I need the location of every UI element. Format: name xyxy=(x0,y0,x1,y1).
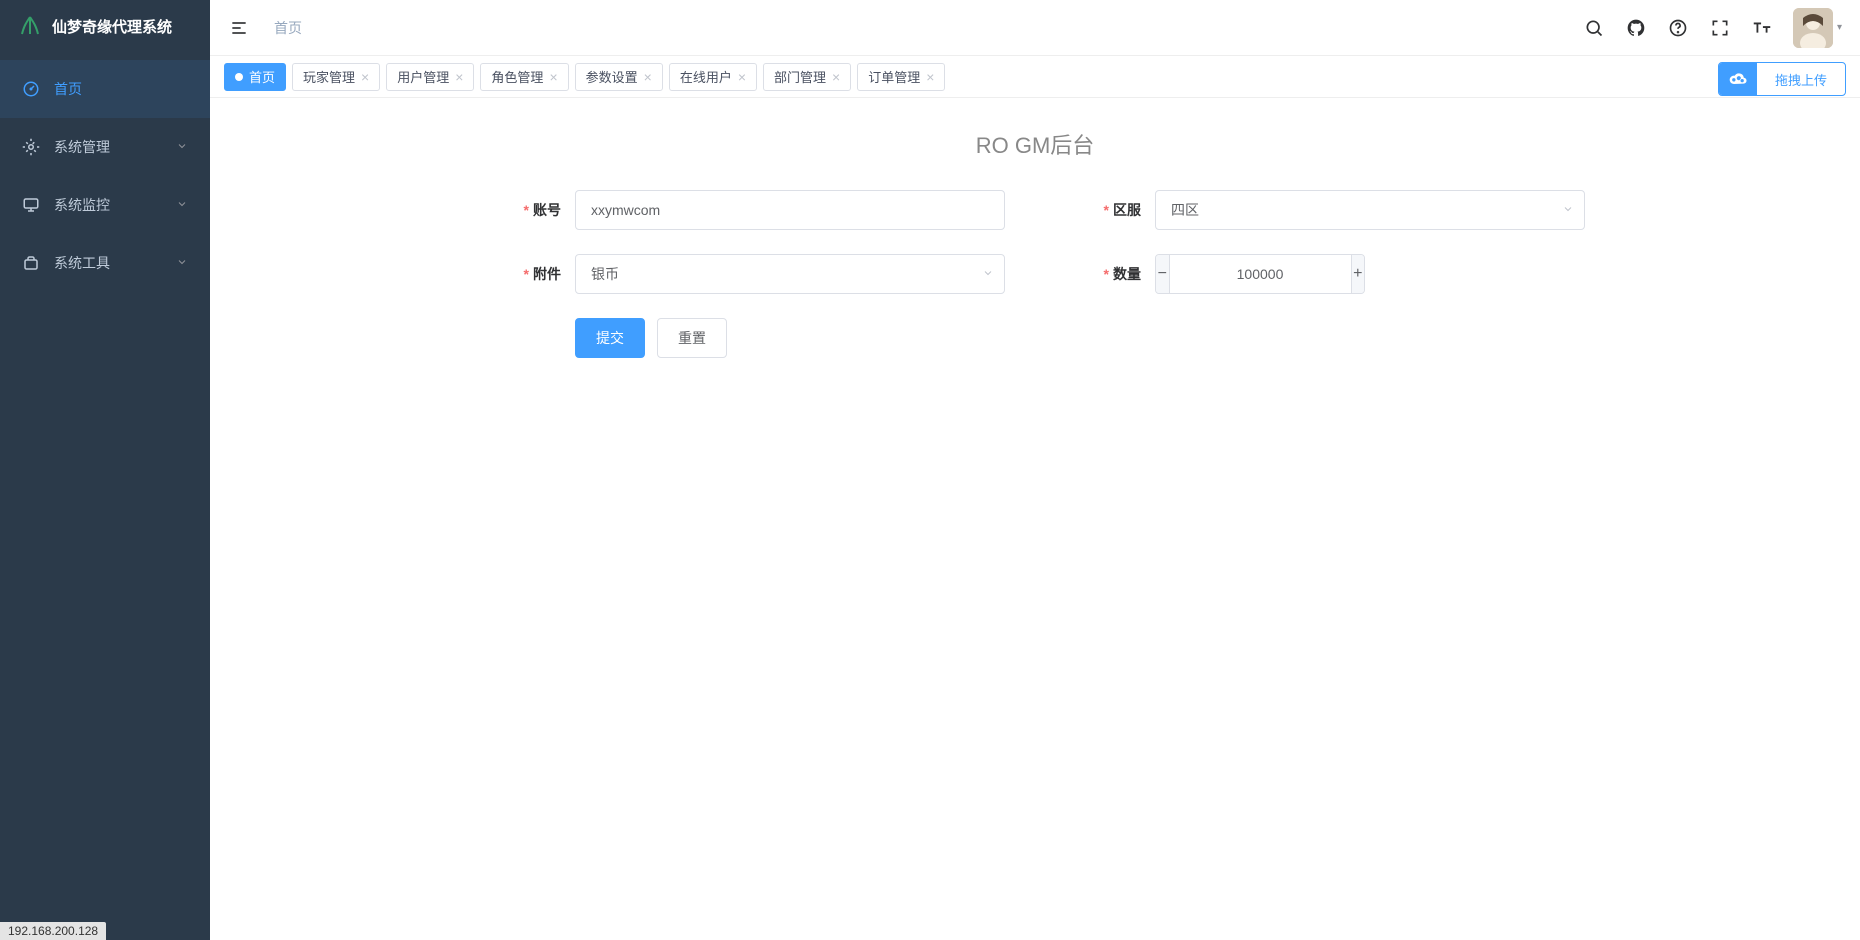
chevron-down-icon xyxy=(176,139,188,155)
tab-param-settings[interactable]: 参数设置 × xyxy=(575,63,663,91)
tab-label: 部门管理 xyxy=(774,67,826,86)
form-row-account: 账号 xyxy=(485,190,1005,230)
help-icon[interactable] xyxy=(1667,17,1689,39)
tabs-row: 首页 玩家管理 × 用户管理 × 角色管理 × 参数设置 × 在线用户 × xyxy=(210,56,1860,98)
sidebar-header: 仙梦奇缘代理系统 xyxy=(0,0,210,52)
close-icon[interactable]: × xyxy=(926,70,934,84)
page-title: RO GM后台 xyxy=(250,128,1820,160)
caret-down-icon: ▾ xyxy=(1837,22,1842,33)
dashboard-icon xyxy=(22,80,40,98)
sidebar-item-label: 首页 xyxy=(54,79,188,99)
zone-label: 区服 xyxy=(1065,200,1155,220)
sidebar-item-label: 系统管理 xyxy=(54,137,162,157)
main: 首页 xyxy=(210,0,1860,940)
sidebar-item-system-tools[interactable]: 系统工具 xyxy=(0,234,210,292)
content: RO GM后台 账号 区服 四区 xyxy=(210,98,1860,940)
upload-label: 拖拽上传 xyxy=(1757,70,1845,89)
sidebar-item-label: 系统监控 xyxy=(54,195,162,215)
sidebar-item-home[interactable]: 首页 xyxy=(0,60,210,118)
tab-label: 参数设置 xyxy=(586,67,638,86)
form-row-zone: 区服 四区 xyxy=(1065,190,1585,230)
sidebar: 仙梦奇缘代理系统 首页 系统管理 xyxy=(0,0,210,940)
form-row-quantity: 数量 − + xyxy=(1065,254,1585,294)
header: 首页 xyxy=(210,0,1860,56)
cloud-upload-icon xyxy=(1719,63,1757,95)
chevron-down-icon xyxy=(176,255,188,271)
close-icon[interactable]: × xyxy=(644,70,652,84)
chevron-down-icon xyxy=(982,266,994,282)
tab-role-manage[interactable]: 角色管理 × xyxy=(480,63,568,91)
toolbox-icon xyxy=(22,254,40,272)
attachment-select[interactable]: 银币 xyxy=(575,254,1005,294)
tab-online-users[interactable]: 在线用户 × xyxy=(669,63,757,91)
attachment-select-value: 银币 xyxy=(591,264,619,284)
account-label: 账号 xyxy=(485,200,575,220)
chevron-down-icon xyxy=(176,197,188,213)
tab-dept-manage[interactable]: 部门管理 × xyxy=(763,63,851,91)
tab-label: 用户管理 xyxy=(397,67,449,86)
close-icon[interactable]: × xyxy=(455,70,463,84)
quantity-input[interactable] xyxy=(1170,255,1351,293)
account-input[interactable] xyxy=(575,190,1005,230)
quantity-stepper: − + xyxy=(1155,254,1365,294)
close-icon[interactable]: × xyxy=(832,70,840,84)
quantity-label: 数量 xyxy=(1065,264,1155,284)
close-icon[interactable]: × xyxy=(549,70,557,84)
tab-label: 玩家管理 xyxy=(303,67,355,86)
hamburger-icon[interactable] xyxy=(228,17,250,39)
submit-button[interactable]: 提交 xyxy=(575,318,645,358)
tab-order-manage[interactable]: 订单管理 × xyxy=(857,63,945,91)
form-row-attachment: 附件 银币 xyxy=(485,254,1005,294)
tab-label: 角色管理 xyxy=(491,67,543,86)
form-actions: 提交 重置 xyxy=(485,318,1005,358)
github-icon[interactable] xyxy=(1625,17,1647,39)
logo-icon xyxy=(18,14,42,38)
tab-active-dot xyxy=(235,73,243,81)
sidebar-item-system-monitor[interactable]: 系统监控 xyxy=(0,176,210,234)
fullscreen-icon[interactable] xyxy=(1709,17,1731,39)
sidebar-item-system-manage[interactable]: 系统管理 xyxy=(0,118,210,176)
close-icon[interactable]: × xyxy=(361,70,369,84)
tab-user-manage[interactable]: 用户管理 × xyxy=(386,63,474,91)
gear-icon xyxy=(22,138,40,156)
close-icon[interactable]: × xyxy=(738,70,746,84)
zone-select[interactable]: 四区 xyxy=(1155,190,1585,230)
zone-select-value: 四区 xyxy=(1171,200,1199,220)
user-avatar[interactable]: ▾ xyxy=(1793,8,1842,48)
tab-label: 在线用户 xyxy=(680,67,732,86)
app-title: 仙梦奇缘代理系统 xyxy=(52,16,172,37)
sidebar-menu: 首页 系统管理 系统监控 xyxy=(0,52,210,300)
tab-label: 订单管理 xyxy=(868,67,920,86)
status-bar: 192.168.200.128 xyxy=(0,922,106,940)
monitor-icon xyxy=(22,196,40,214)
breadcrumb[interactable]: 首页 xyxy=(274,18,302,38)
increment-button[interactable]: + xyxy=(1351,255,1365,293)
tab-player-manage[interactable]: 玩家管理 × xyxy=(292,63,380,91)
avatar-image xyxy=(1793,8,1833,48)
tab-label: 首页 xyxy=(249,67,275,86)
fontsize-icon[interactable] xyxy=(1751,17,1773,39)
search-icon[interactable] xyxy=(1583,17,1605,39)
sidebar-item-label: 系统工具 xyxy=(54,253,162,273)
decrement-button[interactable]: − xyxy=(1156,255,1170,293)
reset-button[interactable]: 重置 xyxy=(657,318,727,358)
upload-button[interactable]: 拖拽上传 xyxy=(1718,62,1846,96)
tab-home[interactable]: 首页 xyxy=(224,63,286,91)
attachment-label: 附件 xyxy=(485,264,575,284)
chevron-down-icon xyxy=(1562,202,1574,218)
